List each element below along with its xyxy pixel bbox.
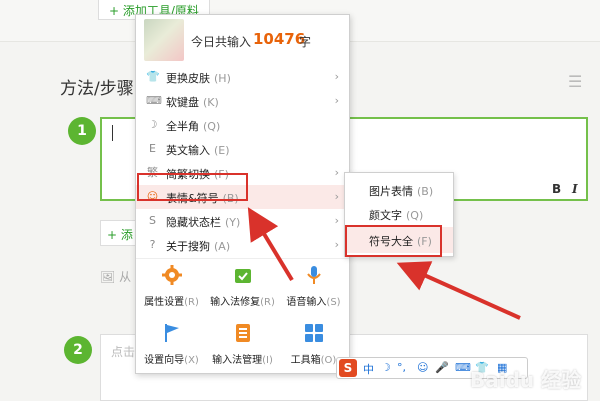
- emoji-icon[interactable]: ☺: [417, 361, 428, 374]
- half-full-width-icon[interactable]: ☽: [381, 361, 391, 374]
- moon-icon: ☽: [147, 118, 158, 131]
- grid-ime-manager[interactable]: 输入法管理(I): [207, 317, 278, 375]
- step-number-2: 2: [64, 336, 92, 364]
- menu-item-hide-statusbar[interactable]: S 隐藏状态栏 (Y) ›: [136, 209, 349, 233]
- submenu-item-picture-emoji[interactable]: 图片表情 (B): [345, 177, 453, 203]
- step2-placeholder: 点击: [111, 345, 136, 359]
- from-image-link[interactable]: 🖼 从: [100, 268, 131, 285]
- punctuation-icon[interactable]: °,: [397, 361, 406, 374]
- today-input-unit: 字: [299, 35, 312, 49]
- chevron-right-icon: ›: [334, 70, 339, 83]
- menu-item-soft-keyboard[interactable]: ⌨ 软键盘 (K) ›: [136, 89, 349, 113]
- menu-item-full-half-width[interactable]: ☽ 全半角 (Q): [136, 113, 349, 137]
- highlight-box-symbol-collection: [345, 225, 442, 257]
- grid-setup-wizard[interactable]: 设置向导(X): [136, 317, 207, 375]
- menu-item-english-input[interactable]: E 英文输入 (E): [136, 137, 349, 161]
- chevron-right-icon: ›: [334, 238, 339, 251]
- chinese-mode-toggle[interactable]: 中: [363, 361, 374, 377]
- today-input-count: 10476: [253, 30, 306, 48]
- highlight-box-emoji-symbols: [137, 173, 248, 201]
- microphone-icon: [306, 266, 321, 284]
- hide-statusbar-icon: S: [149, 214, 156, 227]
- grid-property-settings[interactable]: 属性设置(R): [136, 259, 207, 317]
- list-icon[interactable]: ☰: [568, 72, 582, 91]
- ime-menu-list: 👕 更换皮肤 (H) › ⌨ 软键盘 (K) › ☽ 全半角 (Q) E 英文输入 (E…: [136, 65, 349, 257]
- shirt-icon: 👕: [146, 70, 160, 83]
- ime-tool-grid: 属性设置(R) 输入法修复(R) 语音输入(S) 设置向导(X) 输入法管理(I…: [136, 258, 349, 374]
- ime-menu-header: 今日共输入 10476 字: [136, 15, 349, 65]
- arrow-to-symbol-collection: [396, 261, 521, 320]
- step-number-1: 1: [68, 117, 96, 145]
- manage-icon: [235, 324, 250, 342]
- chevron-right-icon: ›: [334, 214, 339, 227]
- italic-button[interactable]: I: [572, 182, 578, 196]
- keyboard-icon[interactable]: ⌨: [455, 361, 471, 374]
- flag-icon: [164, 324, 179, 342]
- keyboard-icon: ⌨: [146, 94, 162, 107]
- today-input-label: 今日共输入: [191, 35, 252, 49]
- chevron-right-icon: ›: [334, 94, 339, 107]
- menu-item-about-sogou[interactable]: ? 关于搜狗 (A) ›: [136, 233, 349, 257]
- menu-item-change-skin[interactable]: 👕 更换皮肤 (H) ›: [136, 65, 349, 89]
- avatar[interactable]: [144, 19, 184, 61]
- gear-icon: [161, 265, 182, 285]
- bold-button[interactable]: B: [552, 182, 561, 196]
- grid-voice-input[interactable]: 语音输入(S): [278, 259, 349, 317]
- grid-ime-repair[interactable]: 输入法修复(R): [207, 259, 278, 317]
- from-label: 从: [119, 270, 132, 284]
- sogou-logo-icon[interactable]: S: [339, 359, 357, 377]
- chevron-right-icon: ›: [334, 190, 339, 203]
- chevron-right-icon: ›: [334, 166, 339, 179]
- steps-title: 方法/步骤: [60, 79, 134, 99]
- question-icon: ?: [149, 238, 156, 251]
- text-caret: [112, 125, 113, 141]
- add-tool-button-mid[interactable]: + 添加: [100, 220, 140, 246]
- microphone-icon[interactable]: 🎤: [435, 361, 449, 374]
- watermark: Baidu 经验: [470, 368, 582, 392]
- toolbox-icon: [304, 324, 323, 342]
- repair-icon: [234, 269, 251, 283]
- image-icon: 🖼: [100, 270, 120, 284]
- submenu-item-kaomoji[interactable]: 颜文字 (Q): [345, 201, 453, 227]
- english-icon: E: [149, 142, 156, 155]
